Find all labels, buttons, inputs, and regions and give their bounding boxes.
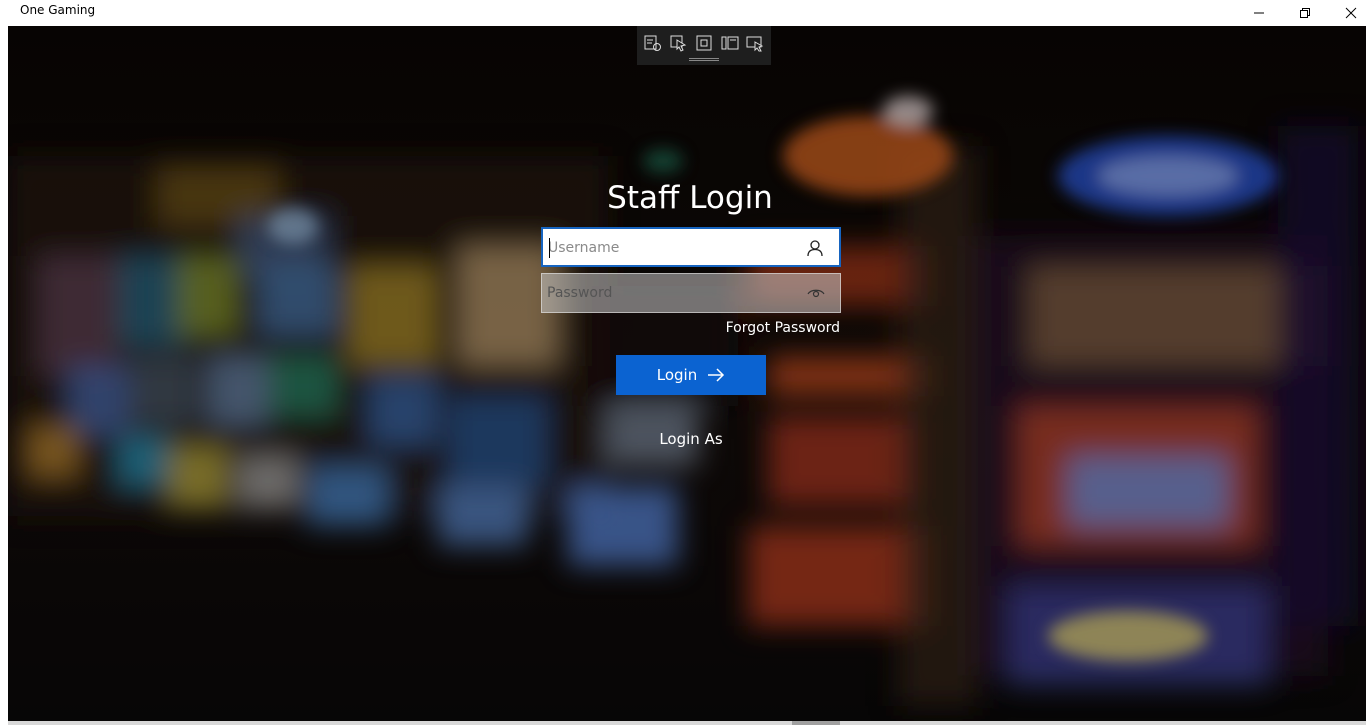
minimize-button[interactable] (1236, 0, 1282, 26)
password-input[interactable] (547, 280, 797, 306)
text-caret (549, 238, 550, 258)
scrollbar-thumb[interactable] (792, 721, 840, 725)
restore-icon (1300, 8, 1310, 18)
minimize-icon (1254, 12, 1264, 14)
login-as-link[interactable]: Login As (616, 430, 766, 448)
hot-reload-icon[interactable] (745, 34, 765, 52)
page-title: Staff Login (607, 180, 773, 216)
forgot-password-link[interactable]: Forgot Password (700, 320, 840, 336)
select-element-icon[interactable] (669, 34, 689, 52)
user-icon (807, 240, 823, 257)
arrow-right-icon (708, 368, 725, 382)
devtools-grip[interactable] (689, 58, 719, 61)
login-button[interactable]: Login (616, 355, 766, 395)
username-input[interactable] (548, 235, 798, 261)
restore-button[interactable] (1282, 0, 1328, 26)
close-icon (1345, 7, 1357, 19)
reveal-password-eye-icon[interactable] (806, 283, 826, 303)
live-visual-tree-icon[interactable] (643, 34, 663, 52)
login-button-label: Login (656, 366, 698, 384)
horizontal-scrollbar[interactable] (8, 721, 1366, 725)
close-button[interactable] (1328, 0, 1366, 26)
username-field[interactable] (541, 227, 841, 267)
password-field[interactable] (541, 273, 841, 313)
app-title: One Gaming (20, 3, 96, 17)
display-layout-adorners-icon[interactable] (694, 34, 714, 52)
track-focus-icon[interactable] (720, 34, 740, 52)
title-bar: One Gaming (0, 0, 1366, 26)
